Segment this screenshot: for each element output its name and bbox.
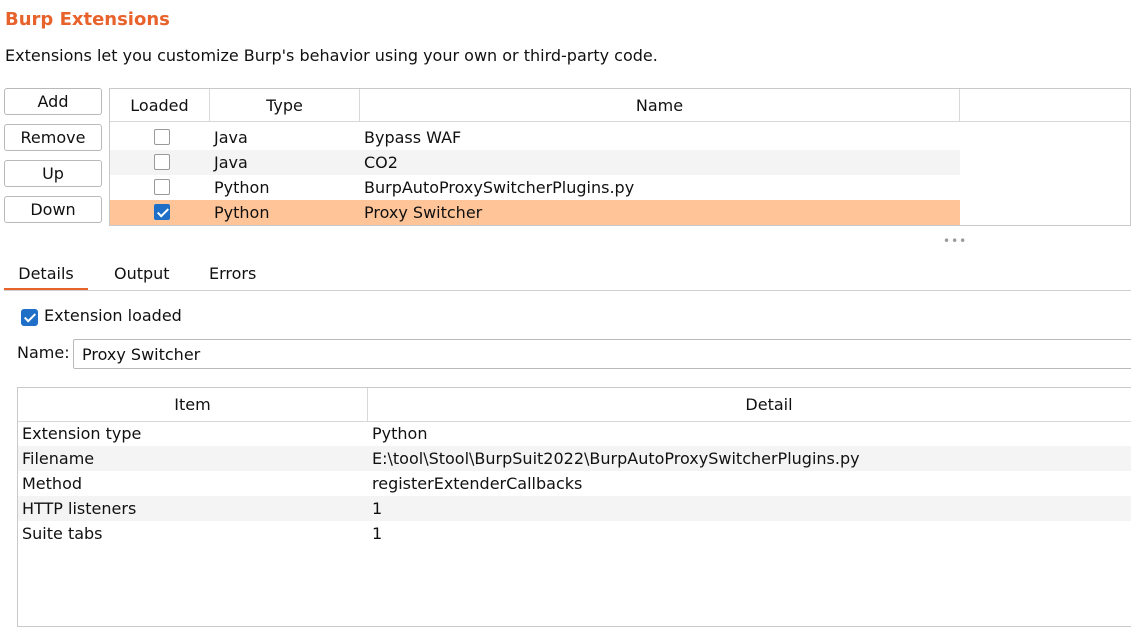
loaded-checkbox[interactable] [154,179,170,195]
item-cell: Extension type [22,424,142,443]
extension-type: Java [214,128,248,147]
extension-row[interactable]: Java CO2 [110,150,960,175]
extensions-table[interactable]: Loaded Type Name Java Bypass WAF Java CO… [109,88,1131,226]
extension-name: CO2 [364,153,398,172]
detail-cell: 1 [372,499,383,518]
down-button[interactable]: Down [4,196,102,223]
tab-details[interactable]: Details [4,258,88,290]
detail-cell: E:\tool\Stool\BurpSuit2022\BurpAutoProxy… [372,449,860,468]
column-header-loaded[interactable]: Loaded [110,89,210,121]
extension-type: Java [214,153,248,172]
split-pane-grip-icon[interactable]: ••• [943,234,967,248]
item-cell: HTTP listeners [22,499,137,518]
column-header-type[interactable]: Type [210,89,360,121]
tab-output[interactable]: Output [114,258,170,288]
extension-type: Python [214,203,270,222]
details-table[interactable]: Item Detail Extension type Python Filena… [17,387,1131,627]
extension-name: Proxy Switcher [364,203,483,222]
item-cell: Filename [22,449,95,468]
extension-row[interactable]: Java Bypass WAF [110,125,960,150]
up-button[interactable]: Up [4,160,102,187]
extension-type: Python [214,178,270,197]
extension-row[interactable]: Python BurpAutoProxySwitcherPlugins.py [110,175,960,200]
item-cell: Suite tabs [22,524,103,543]
details-table-header: Item Detail [18,388,1131,422]
extension-name: Bypass WAF [364,128,462,147]
extension-loaded-checkbox[interactable] [21,309,38,326]
detail-tabs: Details Output Errors [4,258,1131,291]
column-header-name[interactable]: Name [360,89,960,121]
column-header-item[interactable]: Item [18,388,368,421]
add-button[interactable]: Add [4,88,102,115]
extension-name: BurpAutoProxySwitcherPlugins.py [364,178,635,197]
table-row[interactable]: Extension type Python [18,421,1131,446]
table-row[interactable]: Method registerExtenderCallbacks [18,471,1131,496]
extension-loaded-label: Extension loaded [44,306,182,325]
table-row[interactable]: Filename E:\tool\Stool\BurpSuit2022\Burp… [18,446,1131,471]
item-cell: Method [22,474,83,493]
detail-cell: registerExtenderCallbacks [372,474,583,493]
detail-cell: 1 [372,524,383,543]
name-label: Name: [17,343,70,362]
loaded-checkbox[interactable] [154,129,170,145]
table-row[interactable]: Suite tabs 1 [18,521,1131,546]
loaded-checkbox[interactable] [154,154,170,170]
page-description: Extensions let you customize Burp's beha… [5,46,658,65]
loaded-checkbox-checked[interactable] [154,204,170,220]
name-field[interactable] [73,339,1131,369]
extensions-table-header: Loaded Type Name [110,89,1130,122]
tab-errors[interactable]: Errors [209,258,256,288]
detail-cell: Python [372,424,428,443]
page-title: Burp Extensions [5,9,170,30]
remove-button[interactable]: Remove [4,124,102,151]
extension-row-selected[interactable]: Python Proxy Switcher [110,200,960,225]
column-header-detail[interactable]: Detail [368,388,1131,421]
table-row[interactable]: HTTP listeners 1 [18,496,1131,521]
